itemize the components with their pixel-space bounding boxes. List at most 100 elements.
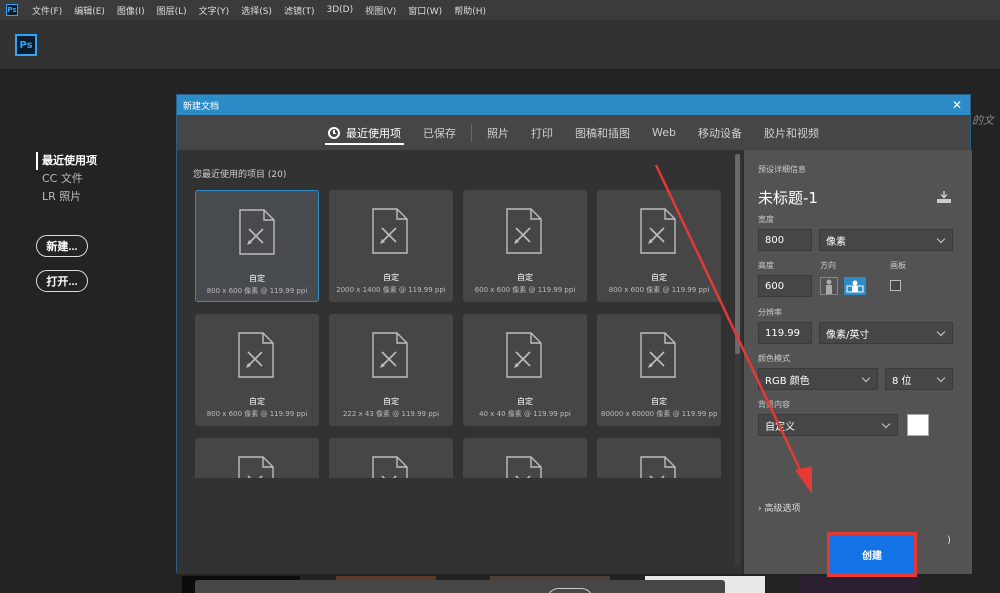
menu-help[interactable]: 帮助(H) <box>448 4 492 17</box>
background-select[interactable]: 自定义 <box>758 414 898 436</box>
document-name[interactable]: 未标题-1 <box>758 187 818 208</box>
preset-card[interactable]: 自定 600 x 600 像素 @ 119.99 ppi <box>463 190 587 302</box>
background-color-swatch[interactable] <box>907 414 929 436</box>
document-icon <box>372 332 408 378</box>
bg-thumbnail[interactable] <box>800 576 920 593</box>
create-button[interactable]: 创建 <box>827 532 917 577</box>
new-button[interactable]: 新建... <box>36 235 88 257</box>
chevron-right-icon: › <box>758 504 762 514</box>
tab-recent[interactable]: 最近使用项 <box>317 115 412 150</box>
menu-image[interactable]: 图像(I) <box>111 4 151 17</box>
orientation-label: 方向 <box>820 261 836 270</box>
preset-grid: 自定 800 x 600 像素 @ 119.99 ppi 自定 2000 x 1400… <box>195 190 725 478</box>
preset-meta: 800 x 600 像素 @ 119.99 ppi <box>206 410 308 418</box>
header-band: Ps <box>0 20 1000 70</box>
preset-card[interactable] <box>463 438 587 478</box>
portrait-icon[interactable] <box>820 277 838 295</box>
nav-recent[interactable]: 最近使用项 <box>36 152 97 170</box>
preset-name: 自定 <box>651 397 667 406</box>
preset-card[interactable]: 自定 800 x 600 像素 @ 119.99 ppi <box>597 190 721 302</box>
tab-saved[interactable]: 已保存 <box>412 115 467 150</box>
document-icon <box>372 208 408 254</box>
new-document-dialog: 新建文档 ✕ 最近使用项 已保存 照片 打印 图稿和插图 Web 移动设备 胶片… <box>176 94 972 593</box>
resolution-unit-select[interactable]: 像素/英寸 <box>819 322 953 344</box>
width-field[interactable]: 800 <box>758 229 812 251</box>
bit-depth-select[interactable]: 8 位 <box>885 368 953 390</box>
landscape-icon[interactable] <box>844 277 866 295</box>
menu-file[interactable]: 文件(F) <box>26 4 68 17</box>
recent-items-panel: 您最近使用的项目 (20) 自定 800 x 600 像素 @ 119.99 pp… <box>177 150 743 593</box>
preset-card[interactable]: 自定 80000 x 60000 像素 @ 119.99 ppi <box>597 314 721 426</box>
save-preset-icon[interactable] <box>936 190 952 204</box>
tab-art-illustration[interactable]: 图稿和插图 <box>564 115 641 150</box>
preset-tabs: 最近使用项 已保存 照片 打印 图稿和插图 Web 移动设备 胶片和视频 <box>177 115 970 150</box>
width-unit-select[interactable]: 像素 <box>819 229 953 251</box>
go-button[interactable]: 前往 <box>547 588 593 593</box>
color-mode-value: RGB 颜色 <box>765 375 810 387</box>
menu-select[interactable]: 选择(S) <box>235 4 278 17</box>
stock-search-bar: 前往 <box>195 580 725 593</box>
preset-name: 自定 <box>249 274 265 283</box>
tab-print[interactable]: 打印 <box>520 115 564 150</box>
scrollbar-thumb[interactable] <box>735 154 740 354</box>
document-icon <box>239 209 275 255</box>
menubar: Ps 文件(F) 编辑(E) 图像(I) 图层(L) 文字(Y) 选择(S) 滤… <box>0 0 1000 20</box>
preset-card[interactable] <box>329 438 453 478</box>
chevron-down-icon <box>881 419 891 429</box>
nav-cc-files[interactable]: CC 文件 <box>36 170 97 188</box>
nav-lr-photos[interactable]: LR 照片 <box>36 188 97 206</box>
tab-mobile[interactable]: 移动设备 <box>687 115 753 150</box>
close-button-partial[interactable]: ) <box>947 535 961 553</box>
menu-layer[interactable]: 图层(L) <box>151 4 193 17</box>
resolution-field[interactable]: 119.99 <box>758 322 812 344</box>
preset-name: 自定 <box>517 397 533 406</box>
background-partial-text: 的文 <box>972 114 994 127</box>
preset-card[interactable]: 自定 800 x 600 像素 @ 119.99 ppi <box>195 314 319 426</box>
advanced-options-toggle[interactable]: › 高级选项 <box>758 501 801 514</box>
details-title: 预设详细信息 <box>758 165 806 174</box>
preset-meta: 600 x 600 像素 @ 119.99 ppi <box>474 286 576 294</box>
height-label: 高度 <box>758 261 774 270</box>
clock-icon <box>328 126 340 139</box>
preset-card[interactable]: 自定 800 x 600 像素 @ 119.99 ppi <box>195 190 319 302</box>
width-unit-value: 像素 <box>826 236 846 248</box>
artboard-checkbox[interactable] <box>890 280 901 291</box>
close-icon[interactable]: ✕ <box>950 98 964 112</box>
document-icon <box>238 332 274 378</box>
preset-card[interactable]: 自定 40 x 40 像素 @ 119.99 ppi <box>463 314 587 426</box>
color-mode-select[interactable]: RGB 颜色 <box>758 368 878 390</box>
menu-view[interactable]: 视图(V) <box>359 4 402 17</box>
dialog-titlebar: 新建文档 ✕ <box>177 95 970 115</box>
tab-web[interactable]: Web <box>641 115 687 150</box>
tab-film-video[interactable]: 胶片和视频 <box>753 115 830 150</box>
preset-card[interactable]: 自定 2000 x 1400 像素 @ 119.99 ppi <box>329 190 453 302</box>
preset-card[interactable] <box>597 438 721 478</box>
ps-logo: Ps <box>15 34 37 56</box>
menu-window[interactable]: 窗口(W) <box>402 4 448 17</box>
advanced-options-label: 高级选项 <box>764 504 801 514</box>
menu-type[interactable]: 文字(Y) <box>193 4 236 17</box>
preset-meta: 222 x 43 像素 @ 119.99 ppi <box>342 410 440 418</box>
menu-3d[interactable]: 3D(D) <box>320 5 359 15</box>
menu-filter[interactable]: 滤镜(T) <box>278 4 321 17</box>
preset-details-panel: 预设详细信息 未标题-1 宽度 800 像素 高度 方向 画板 600 分辨率 … <box>743 150 972 574</box>
preset-name: 自定 <box>383 273 399 282</box>
preset-card[interactable]: 自定 222 x 43 像素 @ 119.99 ppi <box>329 314 453 426</box>
preset-meta: 40 x 40 像素 @ 119.99 ppi <box>479 410 571 418</box>
preset-card[interactable] <box>195 438 319 478</box>
photoshop-window: Ps 文件(F) 编辑(E) 图像(I) 图层(L) 文字(Y) 选择(S) 滤… <box>0 0 1000 593</box>
open-button[interactable]: 打开... <box>36 270 88 292</box>
document-icon <box>640 456 676 478</box>
ps-app-icon: Ps <box>6 4 18 16</box>
preset-meta: 800 x 600 像素 @ 119.99 ppi <box>206 287 308 295</box>
tab-divider <box>471 123 472 142</box>
chevron-down-icon <box>936 373 946 383</box>
start-nav: 最近使用项 CC 文件 LR 照片 <box>36 152 97 206</box>
scrollbar[interactable] <box>735 154 740 566</box>
preset-name: 自定 <box>517 273 533 282</box>
tab-photo[interactable]: 照片 <box>476 115 520 150</box>
height-field[interactable]: 600 <box>758 275 812 297</box>
preset-name: 自定 <box>651 273 667 282</box>
recent-title: 您最近使用的项目 (20) <box>193 167 286 180</box>
menu-edit[interactable]: 编辑(E) <box>68 4 111 17</box>
